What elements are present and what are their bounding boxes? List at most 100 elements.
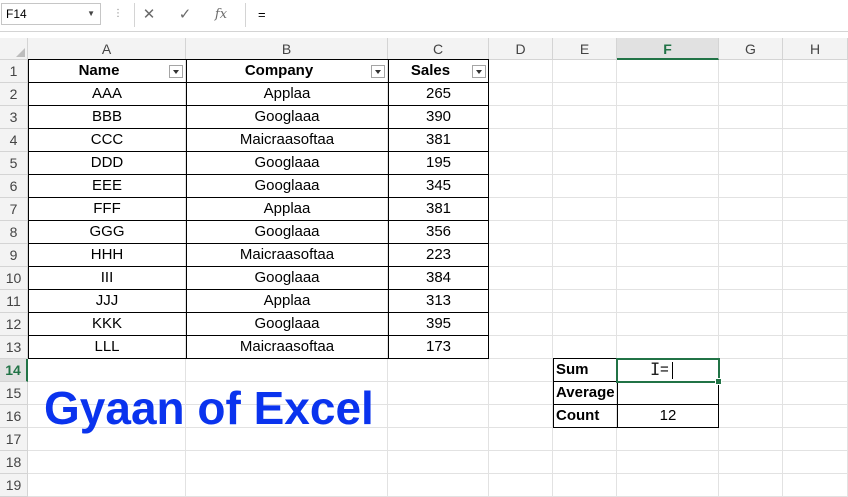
table-cell[interactable]: 265 — [388, 83, 489, 106]
stat-value-cell[interactable] — [617, 382, 719, 405]
table-cell[interactable]: CCC — [28, 129, 186, 152]
filter-dropdown-icon[interactable] — [169, 65, 183, 78]
table-cell[interactable]: III — [28, 267, 186, 290]
row-header-2[interactable]: 2 — [0, 83, 28, 106]
gridline — [718, 60, 719, 497]
row-header-4[interactable]: 4 — [0, 129, 28, 152]
table-cell[interactable]: HHH — [28, 244, 186, 267]
text-cursor-icon: I — [650, 360, 661, 380]
table-border — [28, 59, 29, 359]
table-cell[interactable]: LLL — [28, 336, 186, 359]
stat-label-cell[interactable]: Count — [553, 405, 617, 428]
table-header-cell[interactable]: Name — [28, 60, 186, 83]
table-cell[interactable]: 390 — [388, 106, 489, 129]
table-header-cell[interactable]: Company — [186, 60, 388, 83]
table-cell[interactable]: Maicraasoftaa — [186, 129, 388, 152]
row-header-10[interactable]: 10 — [0, 267, 28, 290]
row-header-13[interactable]: 13 — [0, 336, 28, 359]
table-cell[interactable]: Googlaaa — [186, 152, 388, 175]
table-border — [28, 82, 489, 83]
table-cell[interactable]: FFF — [28, 198, 186, 221]
table-cell[interactable]: KKK — [28, 313, 186, 336]
table-cell[interactable]: Googlaaa — [186, 175, 388, 198]
row-header-8[interactable]: 8 — [0, 221, 28, 244]
table-cell[interactable]: Applaa — [186, 83, 388, 106]
table-cell[interactable]: Googlaaa — [186, 221, 388, 244]
insert-function-icon[interactable]: fx — [204, 3, 238, 27]
row-header-16[interactable]: 16 — [0, 405, 28, 428]
column-header-e[interactable]: E — [553, 38, 617, 60]
stat-label-cell[interactable]: Average — [553, 382, 617, 405]
table-cell[interactable]: JJJ — [28, 290, 186, 313]
drag-handle-icon[interactable]: ⋮ — [113, 7, 123, 21]
table-cell[interactable]: BBB — [28, 106, 186, 129]
stats-border — [553, 404, 719, 405]
stats-border — [553, 427, 719, 428]
table-cell[interactable]: 173 — [388, 336, 489, 359]
filter-dropdown-icon[interactable] — [371, 65, 385, 78]
table-cell[interactable]: Googlaaa — [186, 106, 388, 129]
table-cell[interactable]: 381 — [388, 129, 489, 152]
enter-icon[interactable]: ✓ — [168, 3, 202, 27]
table-cell[interactable]: 356 — [388, 221, 489, 244]
column-header-b[interactable]: B — [186, 38, 388, 60]
table-cell[interactable]: Applaa — [186, 198, 388, 221]
row-header-14[interactable]: 14 — [0, 359, 28, 382]
table-cell[interactable]: Applaa — [186, 290, 388, 313]
table-cell[interactable]: Maicraasoftaa — [186, 244, 388, 267]
stat-value-cell[interactable]: 12 — [617, 405, 719, 428]
stat-label-cell[interactable]: Sum — [553, 359, 617, 382]
column-header-h[interactable]: H — [783, 38, 848, 60]
gridline — [616, 60, 617, 497]
fill-handle[interactable] — [715, 378, 722, 385]
table-border — [28, 105, 489, 106]
select-all-corner[interactable] — [0, 38, 28, 60]
name-box-value: F14 — [6, 7, 27, 21]
chevron-down-icon[interactable]: ▼ — [87, 4, 95, 24]
table-border — [388, 59, 389, 359]
table-cell[interactable]: 195 — [388, 152, 489, 175]
column-header-f[interactable]: F — [617, 38, 719, 60]
row-header-18[interactable]: 18 — [0, 451, 28, 474]
table-cell[interactable]: EEE — [28, 175, 186, 198]
table-border — [28, 220, 489, 221]
table-cell[interactable]: Googlaaa — [186, 313, 388, 336]
table-cell[interactable]: 384 — [388, 267, 489, 290]
table-cell[interactable]: 345 — [388, 175, 489, 198]
name-box[interactable]: F14 ▼ — [1, 3, 101, 25]
table-border — [28, 197, 489, 198]
row-header-3[interactable]: 3 — [0, 106, 28, 129]
table-border — [28, 128, 489, 129]
table-cell[interactable]: Googlaaa — [186, 267, 388, 290]
column-header-d[interactable]: D — [489, 38, 553, 60]
table-cell[interactable]: 395 — [388, 313, 489, 336]
table-cell[interactable]: 381 — [388, 198, 489, 221]
row-header-5[interactable]: 5 — [0, 152, 28, 175]
text-caret — [672, 362, 673, 379]
table-cell[interactable]: DDD — [28, 152, 186, 175]
row-header-7[interactable]: 7 — [0, 198, 28, 221]
row-header-11[interactable]: 11 — [0, 290, 28, 313]
column-header-a[interactable]: A — [28, 38, 186, 60]
column-header-c[interactable]: C — [388, 38, 489, 60]
table-border — [488, 59, 489, 359]
gridline — [782, 60, 783, 497]
table-cell[interactable]: 313 — [388, 290, 489, 313]
gridline — [552, 60, 553, 497]
row-header-6[interactable]: 6 — [0, 175, 28, 198]
table-cell[interactable]: 223 — [388, 244, 489, 267]
table-cell[interactable]: GGG — [28, 221, 186, 244]
column-header-g[interactable]: G — [719, 38, 783, 60]
row-header-1[interactable]: 1 — [0, 60, 28, 83]
formula-input[interactable]: = — [245, 3, 848, 27]
row-header-17[interactable]: 17 — [0, 428, 28, 451]
row-header-12[interactable]: 12 — [0, 313, 28, 336]
table-cell[interactable]: Maicraasoftaa — [186, 336, 388, 359]
stats-border — [553, 358, 554, 428]
filter-dropdown-icon[interactable] — [472, 65, 486, 78]
table-border — [28, 243, 489, 244]
cancel-icon[interactable]: ✕ — [132, 3, 166, 27]
table-cell[interactable]: AAA — [28, 83, 186, 106]
row-header-9[interactable]: 9 — [0, 244, 28, 267]
row-header-15[interactable]: 15 — [0, 382, 28, 405]
